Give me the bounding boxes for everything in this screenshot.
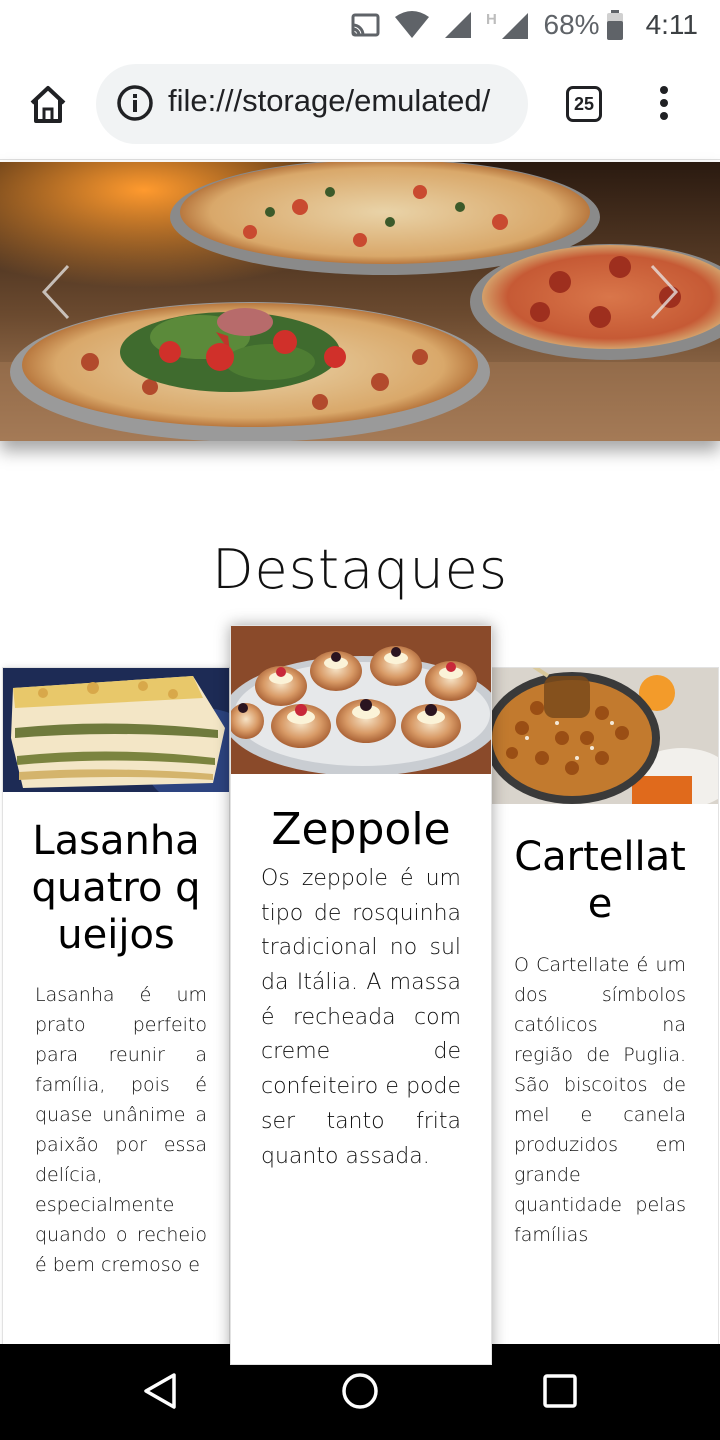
browser-toolbar: file:///storage/emulated/ 25	[0, 50, 720, 160]
card-title: Lasanha quatro queijos	[31, 818, 201, 959]
chevron-left-icon[interactable]	[36, 262, 76, 322]
tabs-icon[interactable]: 25	[566, 86, 602, 122]
card-title: Zeppole	[271, 804, 451, 855]
card-zeppole[interactable]: Zeppole Os zeppole é um tipo de rosquinh…	[230, 625, 492, 1365]
chevron-right-icon[interactable]	[644, 262, 684, 322]
back-icon[interactable]	[140, 1371, 180, 1411]
card-description: O Cartellate é um dos símbolos católicos…	[514, 954, 686, 1247]
hero-image	[0, 162, 720, 441]
card-lasanha[interactable]: Lasanha quatro queijos Lasanha é um prat…	[2, 667, 230, 1367]
url-text[interactable]: file:///storage/emulated/	[168, 83, 513, 119]
wifi-icon	[394, 11, 430, 39]
clock: 4:11	[645, 9, 698, 40]
zeppole-image	[231, 626, 491, 774]
card-description: Lasanha é um prato perfeito para reunir …	[35, 983, 207, 1276]
battery-percent: 68%	[543, 9, 600, 40]
info-icon[interactable]	[116, 84, 154, 122]
card-cartellate[interactable]: Cartellate O Cartellate é um dos símbolo…	[481, 667, 719, 1367]
h-signal-icon: H	[486, 10, 530, 40]
svg-text:H: H	[486, 11, 497, 28]
card-title: Cartellate	[514, 834, 686, 928]
card-description: Os zeppole é um tipo de rosquinha tradic…	[261, 865, 461, 1169]
address-bar[interactable]: file:///storage/emulated/	[96, 64, 528, 144]
status-bar: H 68% 4:11	[0, 0, 720, 50]
home-icon[interactable]	[26, 83, 70, 127]
tab-count: 25	[573, 93, 595, 114]
signal-icon	[444, 11, 472, 39]
lasagna-image	[3, 668, 229, 792]
recents-icon[interactable]	[540, 1371, 580, 1411]
cast-icon	[350, 13, 380, 37]
battery-icon	[606, 10, 624, 40]
cartellate-image	[482, 668, 718, 804]
section-title: Destaques	[211, 538, 509, 601]
more-vert-icon[interactable]	[652, 86, 676, 126]
hero-carousel[interactable]	[0, 162, 720, 441]
home-circle-icon[interactable]	[340, 1371, 380, 1411]
